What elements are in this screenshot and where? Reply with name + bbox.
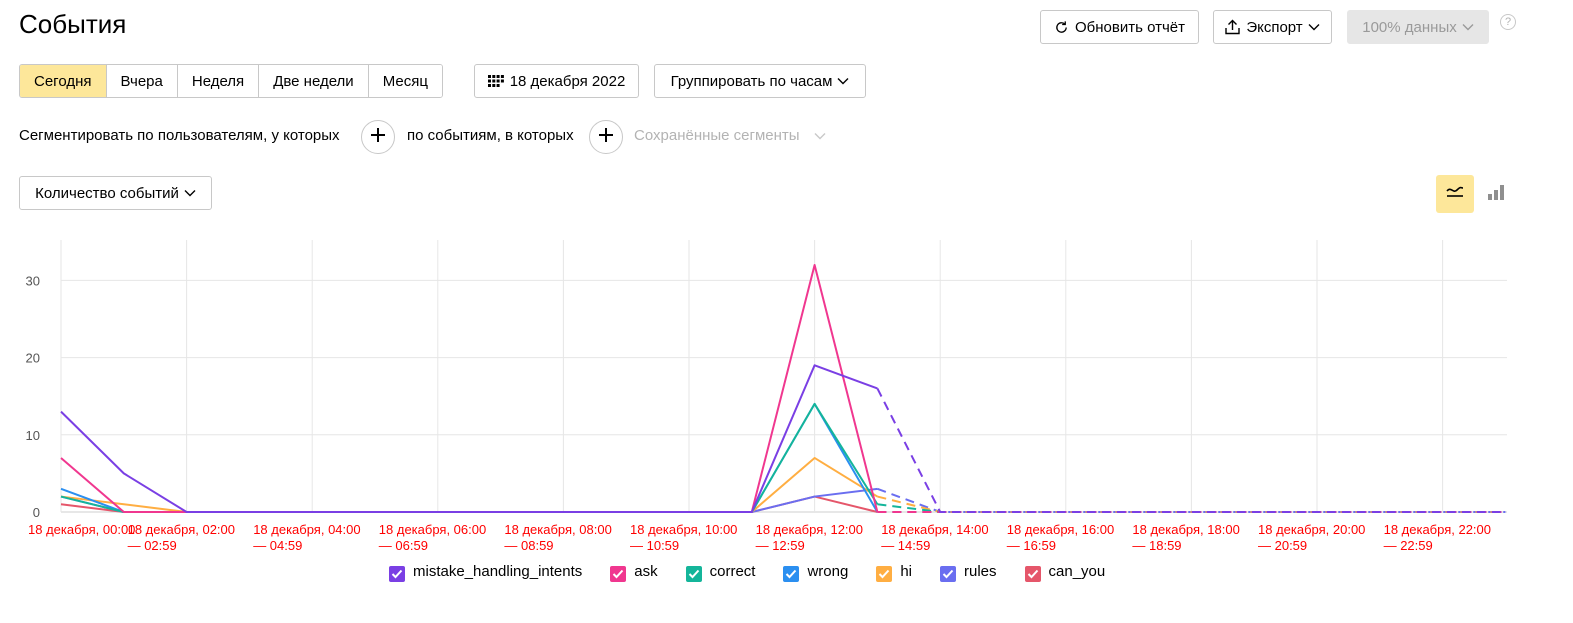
x-tick-label: 18 декабря, 12:00 [756, 522, 863, 537]
period-label: Месяц [382, 72, 428, 90]
legend-item-hi[interactable]: hi [876, 563, 913, 582]
period-today[interactable]: Сегодня [20, 65, 107, 97]
period-selector: Сегодня Вчера Неделя Две недели Месяц [19, 64, 443, 98]
checkbox-icon[interactable] [685, 565, 702, 582]
x-tick-label: — 18:59 [1132, 538, 1181, 553]
checkbox-icon[interactable] [783, 565, 800, 582]
legend-label: ask [634, 563, 658, 580]
group-by-select[interactable]: Группировать по часам [654, 64, 866, 98]
checkbox-icon[interactable] [876, 565, 893, 582]
x-tick-label: 18 декабря, 10:00 [630, 522, 737, 537]
x-tick-label: — 02:59 [128, 538, 177, 553]
chevron-down-icon [1308, 23, 1320, 31]
add-user-segment-button[interactable] [361, 120, 395, 154]
legend-item-ask[interactable]: ask [610, 563, 658, 582]
legend-item-rules[interactable]: rules [940, 563, 997, 582]
x-tick-label: 18 декабря, 02:00 [128, 522, 235, 537]
refresh-report-label: Обновить отчёт [1075, 18, 1185, 36]
series-line-ask [60, 263, 879, 513]
chevron-down-icon [1462, 23, 1474, 31]
refresh-icon [1054, 20, 1069, 35]
y-tick-label: 20 [26, 351, 40, 366]
saved-segments-select[interactable]: Сохранённые сегменты [634, 127, 826, 144]
legend-label: correct [709, 563, 756, 580]
bar-chart-view-button[interactable] [1477, 175, 1515, 213]
legend-label: mistake_handling_intents [413, 563, 583, 580]
series-line-mistake_handling_intents [60, 364, 878, 513]
y-tick-label: 0 [33, 505, 40, 520]
checkbox-icon[interactable] [1024, 565, 1041, 582]
legend-item-can_you[interactable]: can_you [1024, 563, 1106, 582]
line-chart-view-button[interactable] [1436, 175, 1474, 213]
date-label: 18 декабря 2022 [509, 72, 626, 90]
segment-events-text: по событиям, в которых [407, 127, 574, 144]
add-event-segment-button[interactable] [589, 120, 623, 154]
y-tick-label: 30 [26, 273, 40, 288]
x-tick-label: 18 декабря, 04:00 [253, 522, 360, 537]
x-tick-label: 18 декабря, 18:00 [1132, 522, 1239, 537]
help-glyph: ? [1504, 16, 1512, 28]
x-tick-label: 18 декабря, 16:00 [1007, 522, 1114, 537]
plus-icon [599, 128, 613, 146]
page-title: События [19, 9, 127, 39]
legend-item-mistake_handling_intents[interactable]: mistake_handling_intents [389, 563, 583, 582]
period-label: Неделя [191, 72, 245, 90]
x-tick-label: — 14:59 [881, 538, 930, 553]
x-tick-label: 18 декабря, 22:00 [1384, 522, 1491, 537]
y-tick-label: 10 [26, 428, 40, 443]
legend-label: can_you [1048, 563, 1106, 580]
x-tick-label: — 08:59 [504, 538, 553, 553]
legend-item-correct[interactable]: correct [685, 563, 756, 582]
legend-label: hi [900, 563, 913, 580]
x-tick-label: 18 декабря, 00:00 [28, 522, 135, 537]
plus-icon [371, 128, 385, 146]
x-tick-label: 18 декабря, 20:00 [1258, 522, 1365, 537]
period-month[interactable]: Месяц [368, 65, 442, 97]
x-tick-label: — 10:59 [630, 538, 679, 553]
group-by-label: Группировать по часам [670, 72, 833, 90]
segment-users-text: Сегментировать по пользователям, у котор… [19, 127, 340, 144]
line-chart-icon [1445, 185, 1465, 203]
sampling-label: 100% данных [1362, 18, 1457, 36]
x-tick-label: — 16:59 [1007, 538, 1056, 553]
x-tick-label: — 06:59 [379, 538, 428, 553]
x-tick-label: — 22:59 [1384, 538, 1433, 553]
chevron-down-icon [814, 132, 826, 140]
metric-select[interactable]: Количество событий [19, 176, 212, 210]
legend-label: wrong [807, 563, 849, 580]
checkbox-icon[interactable] [389, 565, 405, 582]
period-two-weeks[interactable]: Две недели [259, 65, 369, 97]
x-tick-label: — 20:59 [1258, 538, 1307, 553]
period-week[interactable]: Неделя [177, 65, 260, 97]
calendar-icon [487, 74, 504, 88]
period-label: Вчера [120, 72, 163, 90]
x-tick-label: — 04:59 [253, 538, 302, 553]
x-tick-label: 18 декабря, 08:00 [504, 522, 611, 537]
x-tick-label: — 12:59 [756, 538, 805, 553]
upload-icon [1225, 19, 1241, 35]
x-tick-label: 18 декабря, 14:00 [881, 522, 988, 537]
period-yesterday[interactable]: Вчера [106, 65, 178, 97]
date-picker-button[interactable]: 18 декабря 2022 [474, 64, 639, 98]
metric-label: Количество событий [35, 184, 179, 202]
saved-segments-label: Сохранённые сегменты [634, 127, 800, 144]
sampling-select[interactable]: 100% данных [1347, 10, 1489, 44]
x-tick-label: 18 декабря, 06:00 [379, 522, 486, 537]
export-button[interactable]: Экспорт [1213, 10, 1332, 44]
period-label: Сегодня [34, 72, 92, 90]
chevron-down-icon [184, 189, 196, 197]
chevron-down-icon [837, 77, 849, 85]
checkbox-icon[interactable] [940, 565, 957, 582]
refresh-report-button[interactable]: Обновить отчёт [1040, 10, 1199, 44]
legend-item-wrong[interactable]: wrong [783, 563, 849, 582]
legend-label: rules [964, 563, 997, 580]
events-line-chart: 0 10 20 30 18 декабря, 00:0018 декабря, 02:… [26, 240, 1507, 553]
chart-legend: mistake_handling_intents ask correct wrong h… [389, 563, 1133, 582]
bar-chart-icon [1487, 183, 1505, 205]
period-label: Две недели [273, 72, 354, 90]
help-icon[interactable]: ? [1500, 14, 1516, 30]
checkbox-icon[interactable] [610, 565, 627, 582]
export-label: Экспорт [1246, 18, 1303, 36]
